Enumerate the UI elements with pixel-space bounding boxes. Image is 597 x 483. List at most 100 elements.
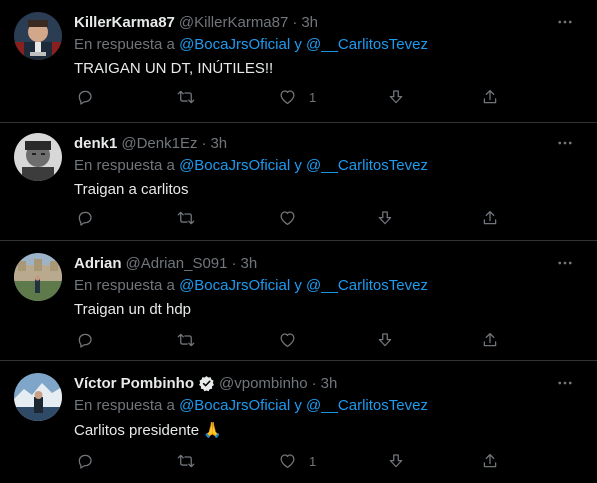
mention-link[interactable]: @__CarlitosTevez — [306, 397, 428, 414]
display-name[interactable]: Víctor Pombinho — [74, 375, 194, 392]
mention-link[interactable]: @__CarlitosTevez — [306, 36, 428, 53]
avatar[interactable] — [14, 373, 62, 421]
reply-button[interactable] — [76, 86, 94, 108]
share-up-icon — [481, 88, 499, 106]
display-name[interactable]: Adrian — [74, 255, 122, 272]
share-up-icon — [481, 331, 499, 349]
more-icon[interactable] — [553, 131, 577, 155]
share-button[interactable] — [481, 86, 499, 108]
retweet-button[interactable] — [176, 450, 196, 472]
like-count: 1 — [309, 89, 317, 105]
reply-feed: KillerKarma87 @KillerKarma87 · 3h En res… — [0, 0, 597, 483]
downvote-button[interactable] — [376, 207, 394, 229]
share-down-icon — [387, 452, 405, 470]
user-handle[interactable]: @vpombinho — [219, 375, 308, 392]
reply-icon — [76, 88, 94, 106]
like-icon — [278, 452, 297, 470]
downvote-button[interactable] — [387, 450, 405, 472]
more-icon[interactable] — [553, 251, 577, 275]
reply-icon — [76, 331, 94, 349]
retweet-icon — [176, 209, 196, 227]
like-icon — [278, 209, 297, 227]
user-handle[interactable]: @Denk1Ez — [121, 135, 197, 152]
display-name[interactable]: KillerKarma87 — [74, 14, 175, 31]
like-icon — [278, 331, 297, 349]
separator-dot: · — [201, 134, 207, 152]
reply-context: En respuesta a @BocaJrsOficial y @__Carl… — [74, 277, 577, 297]
like-button[interactable] — [278, 207, 309, 229]
separator-dot: · — [231, 254, 237, 272]
reply-button[interactable] — [76, 207, 94, 229]
reply-and: y — [294, 277, 302, 294]
like-count: 1 — [309, 453, 317, 469]
mention-link[interactable]: @__CarlitosTevez — [306, 277, 428, 294]
share-down-icon — [376, 209, 394, 227]
retweet-icon — [176, 331, 196, 349]
like-button[interactable]: 1 — [278, 450, 316, 472]
more-icon[interactable] — [553, 10, 577, 34]
reply-prefix: En respuesta a — [74, 277, 175, 294]
separator-dot: · — [311, 374, 317, 392]
user-handle[interactable]: @KillerKarma87 — [179, 14, 288, 31]
tweet-text: Carlitos presidente 🙏 — [74, 422, 222, 439]
separator-dot: · — [292, 13, 298, 31]
tweet-card[interactable]: denk1 @Denk1Ez · 3h En respuesta a @Boca… — [0, 123, 597, 241]
retweet-icon — [176, 452, 196, 470]
tweet-header: Víctor Pombinho @vpombinho · 3h — [74, 373, 577, 393]
tweet-time[interactable]: 3h — [321, 375, 338, 392]
tweet-time[interactable]: 3h — [240, 255, 257, 272]
tweet-time[interactable]: 3h — [210, 135, 227, 152]
share-button[interactable] — [481, 450, 499, 472]
reply-icon — [76, 452, 94, 470]
reply-context: En respuesta a @BocaJrsOficial y @__Carl… — [74, 397, 577, 417]
mention-link[interactable]: @BocaJrsOficial — [179, 397, 290, 414]
mention-link[interactable]: @BocaJrsOficial — [179, 36, 290, 53]
tweet-header: Adrian @Adrian_S091 · 3h — [74, 253, 577, 273]
retweet-button[interactable] — [176, 86, 196, 108]
retweet-icon — [176, 88, 196, 106]
mention-link[interactable]: @__CarlitosTevez — [306, 157, 428, 174]
like-button[interactable] — [278, 329, 309, 351]
share-button[interactable] — [481, 329, 499, 351]
tweet-text: Traigan a carlitos — [74, 181, 189, 198]
tweet-card[interactable]: Adrian @Adrian_S091 · 3h En respuesta a … — [0, 241, 597, 361]
downvote-button[interactable] — [387, 86, 405, 108]
reply-prefix: En respuesta a — [74, 36, 175, 53]
tweet-text: Traigan un dt hdp — [74, 301, 192, 318]
reply-prefix: En respuesta a — [74, 397, 175, 414]
user-handle[interactable]: @Adrian_S091 — [126, 255, 228, 272]
tweet-actions: 1 — [74, 450, 504, 472]
share-button[interactable] — [481, 207, 499, 229]
tweet-card[interactable]: KillerKarma87 @KillerKarma87 · 3h En res… — [0, 0, 597, 123]
retweet-button[interactable] — [176, 207, 196, 229]
tweet-header: KillerKarma87 @KillerKarma87 · 3h — [74, 12, 577, 32]
tweet-actions — [74, 207, 504, 229]
reply-context: En respuesta a @BocaJrsOficial y @__Carl… — [74, 36, 577, 56]
like-icon — [278, 88, 297, 106]
reply-context: En respuesta a @BocaJrsOficial y @__Carl… — [74, 157, 577, 177]
reply-and: y — [294, 397, 302, 414]
reply-button[interactable] — [76, 450, 94, 472]
mention-link[interactable]: @BocaJrsOficial — [179, 157, 290, 174]
share-up-icon — [481, 209, 499, 227]
like-button[interactable]: 1 — [278, 86, 316, 108]
tweet-card[interactable]: Víctor Pombinho @vpombinho · 3h En respu… — [0, 361, 597, 483]
verified-badge-icon — [198, 375, 215, 392]
avatar[interactable] — [14, 133, 62, 181]
display-name[interactable]: denk1 — [74, 135, 117, 152]
tweet-time[interactable]: 3h — [301, 14, 318, 31]
reply-button[interactable] — [76, 329, 94, 351]
downvote-button[interactable] — [376, 329, 394, 351]
avatar[interactable] — [14, 253, 62, 301]
tweet-header: denk1 @Denk1Ez · 3h — [74, 133, 577, 153]
reply-and: y — [294, 36, 302, 53]
more-icon[interactable] — [553, 371, 577, 395]
reply-icon — [76, 209, 94, 227]
avatar[interactable] — [14, 12, 62, 60]
share-up-icon — [481, 452, 499, 470]
mention-link[interactable]: @BocaJrsOficial — [179, 277, 290, 294]
share-down-icon — [376, 331, 394, 349]
tweet-actions — [74, 329, 504, 351]
tweet-text: TRAIGAN UN DT, INÚTILES!! — [74, 60, 274, 77]
retweet-button[interactable] — [176, 329, 196, 351]
